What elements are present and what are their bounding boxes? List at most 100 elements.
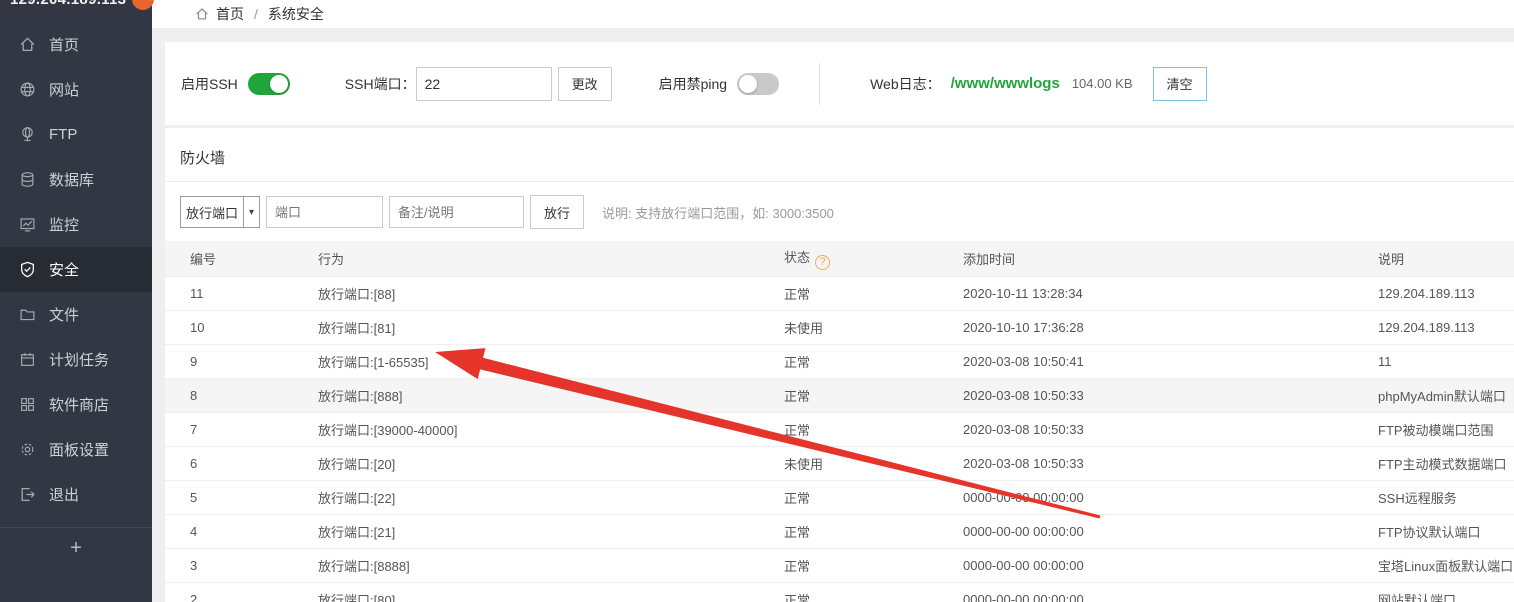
main-content: 首页 / 系统安全 启用SSH SSH端口： 更改 启用禁ping Web日志：… [152, 0, 1514, 602]
cell-status: 未使用 [784, 446, 963, 480]
cell-action: 放行端口:[21] [318, 514, 784, 548]
sidebar-item-label: 首页 [49, 34, 79, 55]
cell-action: 放行端口:[80] [318, 582, 784, 602]
rule-type-selected: 放行端口 [181, 197, 243, 227]
breadcrumb-separator: / [251, 6, 261, 22]
allow-port-button[interactable]: 放行 [530, 195, 584, 229]
weblog-path-link[interactable]: /www/wwwlogs [951, 75, 1060, 92]
cell-time: 0000-00-00 00:00:00 [963, 480, 1378, 514]
cell-status: 正常 [784, 412, 963, 446]
calendar-icon [19, 351, 36, 368]
cell-time: 2020-10-11 13:28:34 [963, 276, 1378, 310]
sidebar-item-label: 安全 [49, 259, 79, 280]
toggle-knob [270, 75, 288, 93]
breadcrumb: 首页 / 系统安全 [152, 0, 1514, 28]
website-icon [19, 81, 36, 98]
table-row: 10 放行端口:[81] 未使用 2020-10-10 17:36:28 129… [165, 310, 1514, 344]
home-icon [19, 36, 36, 53]
sidebar-item-label: 文件 [49, 304, 79, 325]
ping-toggle[interactable] [737, 73, 779, 95]
sidebar-item-home[interactable]: 首页 [0, 22, 152, 67]
sidebar-item-ftp[interactable]: FTP [0, 112, 152, 157]
status-header-label: 状态 [784, 250, 810, 265]
port-input[interactable] [266, 196, 383, 228]
cell-status: 正常 [784, 344, 963, 378]
sidebar-item-label: 监控 [49, 214, 79, 235]
cell-id: 9 [165, 344, 318, 378]
cell-id: 8 [165, 378, 318, 412]
folder-icon [19, 306, 36, 323]
firewall-table: 编号 行为 状态? 添加时间 说明 11 放行端口:[88] 正常 2020-1… [165, 241, 1514, 602]
cell-id: 6 [165, 446, 318, 480]
ssh-settings-card: 启用SSH SSH端口： 更改 启用禁ping Web日志： /www/wwwl… [165, 42, 1514, 125]
sidebar-item-database[interactable]: 数据库 [0, 157, 152, 202]
table-row: 3 放行端口:[8888] 正常 0000-00-00 00:00:00 宝塔L… [165, 548, 1514, 582]
table-row: 8 放行端口:[888] 正常 2020-03-08 10:50:33 phpM… [165, 378, 1514, 412]
logout-icon [19, 486, 36, 503]
table-row: 2 放行端口:[80] 正常 0000-00-00 00:00:00 网站默认端… [165, 582, 1514, 602]
home-icon [195, 7, 209, 21]
cell-id: 5 [165, 480, 318, 514]
cell-time: 2020-03-08 10:50:41 [963, 344, 1378, 378]
plus-icon: + [70, 537, 82, 560]
sidebar-item-label: 退出 [49, 484, 79, 505]
cell-time: 0000-00-00 00:00:00 [963, 582, 1378, 602]
cell-note: 129.204.189.113 [1378, 310, 1514, 344]
table-row: 6 放行端口:[20] 未使用 2020-03-08 10:50:33 FTP主… [165, 446, 1514, 480]
col-header-action: 行为 [318, 241, 784, 276]
divider [819, 63, 820, 105]
cell-note: phpMyAdmin默认端口 [1378, 378, 1514, 412]
cell-id: 3 [165, 548, 318, 582]
sidebar-item-cron[interactable]: 计划任务 [0, 337, 152, 382]
table-row: 9 放行端口:[1-65535] 正常 2020-03-08 10:50:41 … [165, 344, 1514, 378]
cell-status: 正常 [784, 480, 963, 514]
cell-status: 正常 [784, 276, 963, 310]
database-icon [19, 171, 36, 188]
cell-status: 正常 [784, 548, 963, 582]
sidebar-item-monitor[interactable]: 监控 [0, 202, 152, 247]
ssh-toggle[interactable] [248, 73, 290, 95]
cell-id: 2 [165, 582, 318, 602]
table-header-row: 编号 行为 状态? 添加时间 说明 [165, 241, 1514, 276]
cell-action: 放行端口:[20] [318, 446, 784, 480]
sidebar-item-security[interactable]: 安全 [0, 247, 152, 292]
cell-time: 2020-10-10 17:36:28 [963, 310, 1378, 344]
status-help-icon[interactable]: ? [815, 255, 830, 270]
weblog-size: 104.00 KB [1072, 76, 1133, 91]
cell-action: 放行端口:[39000-40000] [318, 412, 784, 446]
cell-action: 放行端口:[1-65535] [318, 344, 784, 378]
breadcrumb-home-link[interactable]: 首页 [216, 4, 244, 24]
change-port-button[interactable]: 更改 [558, 67, 612, 101]
cell-time: 0000-00-00 00:00:00 [963, 514, 1378, 548]
sidebar-item-files[interactable]: 文件 [0, 292, 152, 337]
cell-time: 2020-03-08 10:50:33 [963, 378, 1378, 412]
firewall-card: 防火墙 放行端口 ▾ 放行 说明: 支持放行端口范围，如: 3000:3500 … [165, 128, 1514, 602]
sidebar-item-label: 网站 [49, 79, 79, 100]
ssh-port-input[interactable] [416, 67, 552, 101]
cell-action: 放行端口:[81] [318, 310, 784, 344]
rule-type-select[interactable]: 放行端口 ▾ [180, 196, 260, 228]
server-ip-label: 129.204.189.113 [10, 0, 126, 8]
table-row: 5 放行端口:[22] 正常 0000-00-00 00:00:00 SSH远程… [165, 480, 1514, 514]
cell-action: 放行端口:[22] [318, 480, 784, 514]
sidebar: 129.204.189.113 首页 网站 FTP 数据库 监控 安全 [0, 0, 152, 602]
cell-time: 2020-03-08 10:50:33 [963, 446, 1378, 480]
cell-action: 放行端口:[88] [318, 276, 784, 310]
shield-icon [19, 261, 36, 278]
sidebar-item-website[interactable]: 网站 [0, 67, 152, 112]
sidebar-add-button[interactable]: + [0, 527, 152, 569]
sidebar-item-appstore[interactable]: 软件商店 [0, 382, 152, 427]
cell-note: FTP协议默认端口 [1378, 514, 1514, 548]
note-input[interactable] [389, 196, 524, 228]
sidebar-item-logout[interactable]: 退出 [0, 472, 152, 517]
sidebar-item-settings[interactable]: 面板设置 [0, 427, 152, 472]
gear-icon [19, 441, 36, 458]
cell-note: 宝塔Linux面板默认端口 [1378, 548, 1514, 582]
cell-status: 正常 [784, 582, 963, 602]
server-ip-badge[interactable]: 129.204.189.113 [10, 0, 150, 13]
ftp-icon [19, 126, 36, 143]
sidebar-item-label: 面板设置 [49, 439, 109, 460]
clear-log-button[interactable]: 清空 [1153, 67, 1207, 101]
cell-time: 2020-03-08 10:50:33 [963, 412, 1378, 446]
monitor-icon [19, 216, 36, 233]
